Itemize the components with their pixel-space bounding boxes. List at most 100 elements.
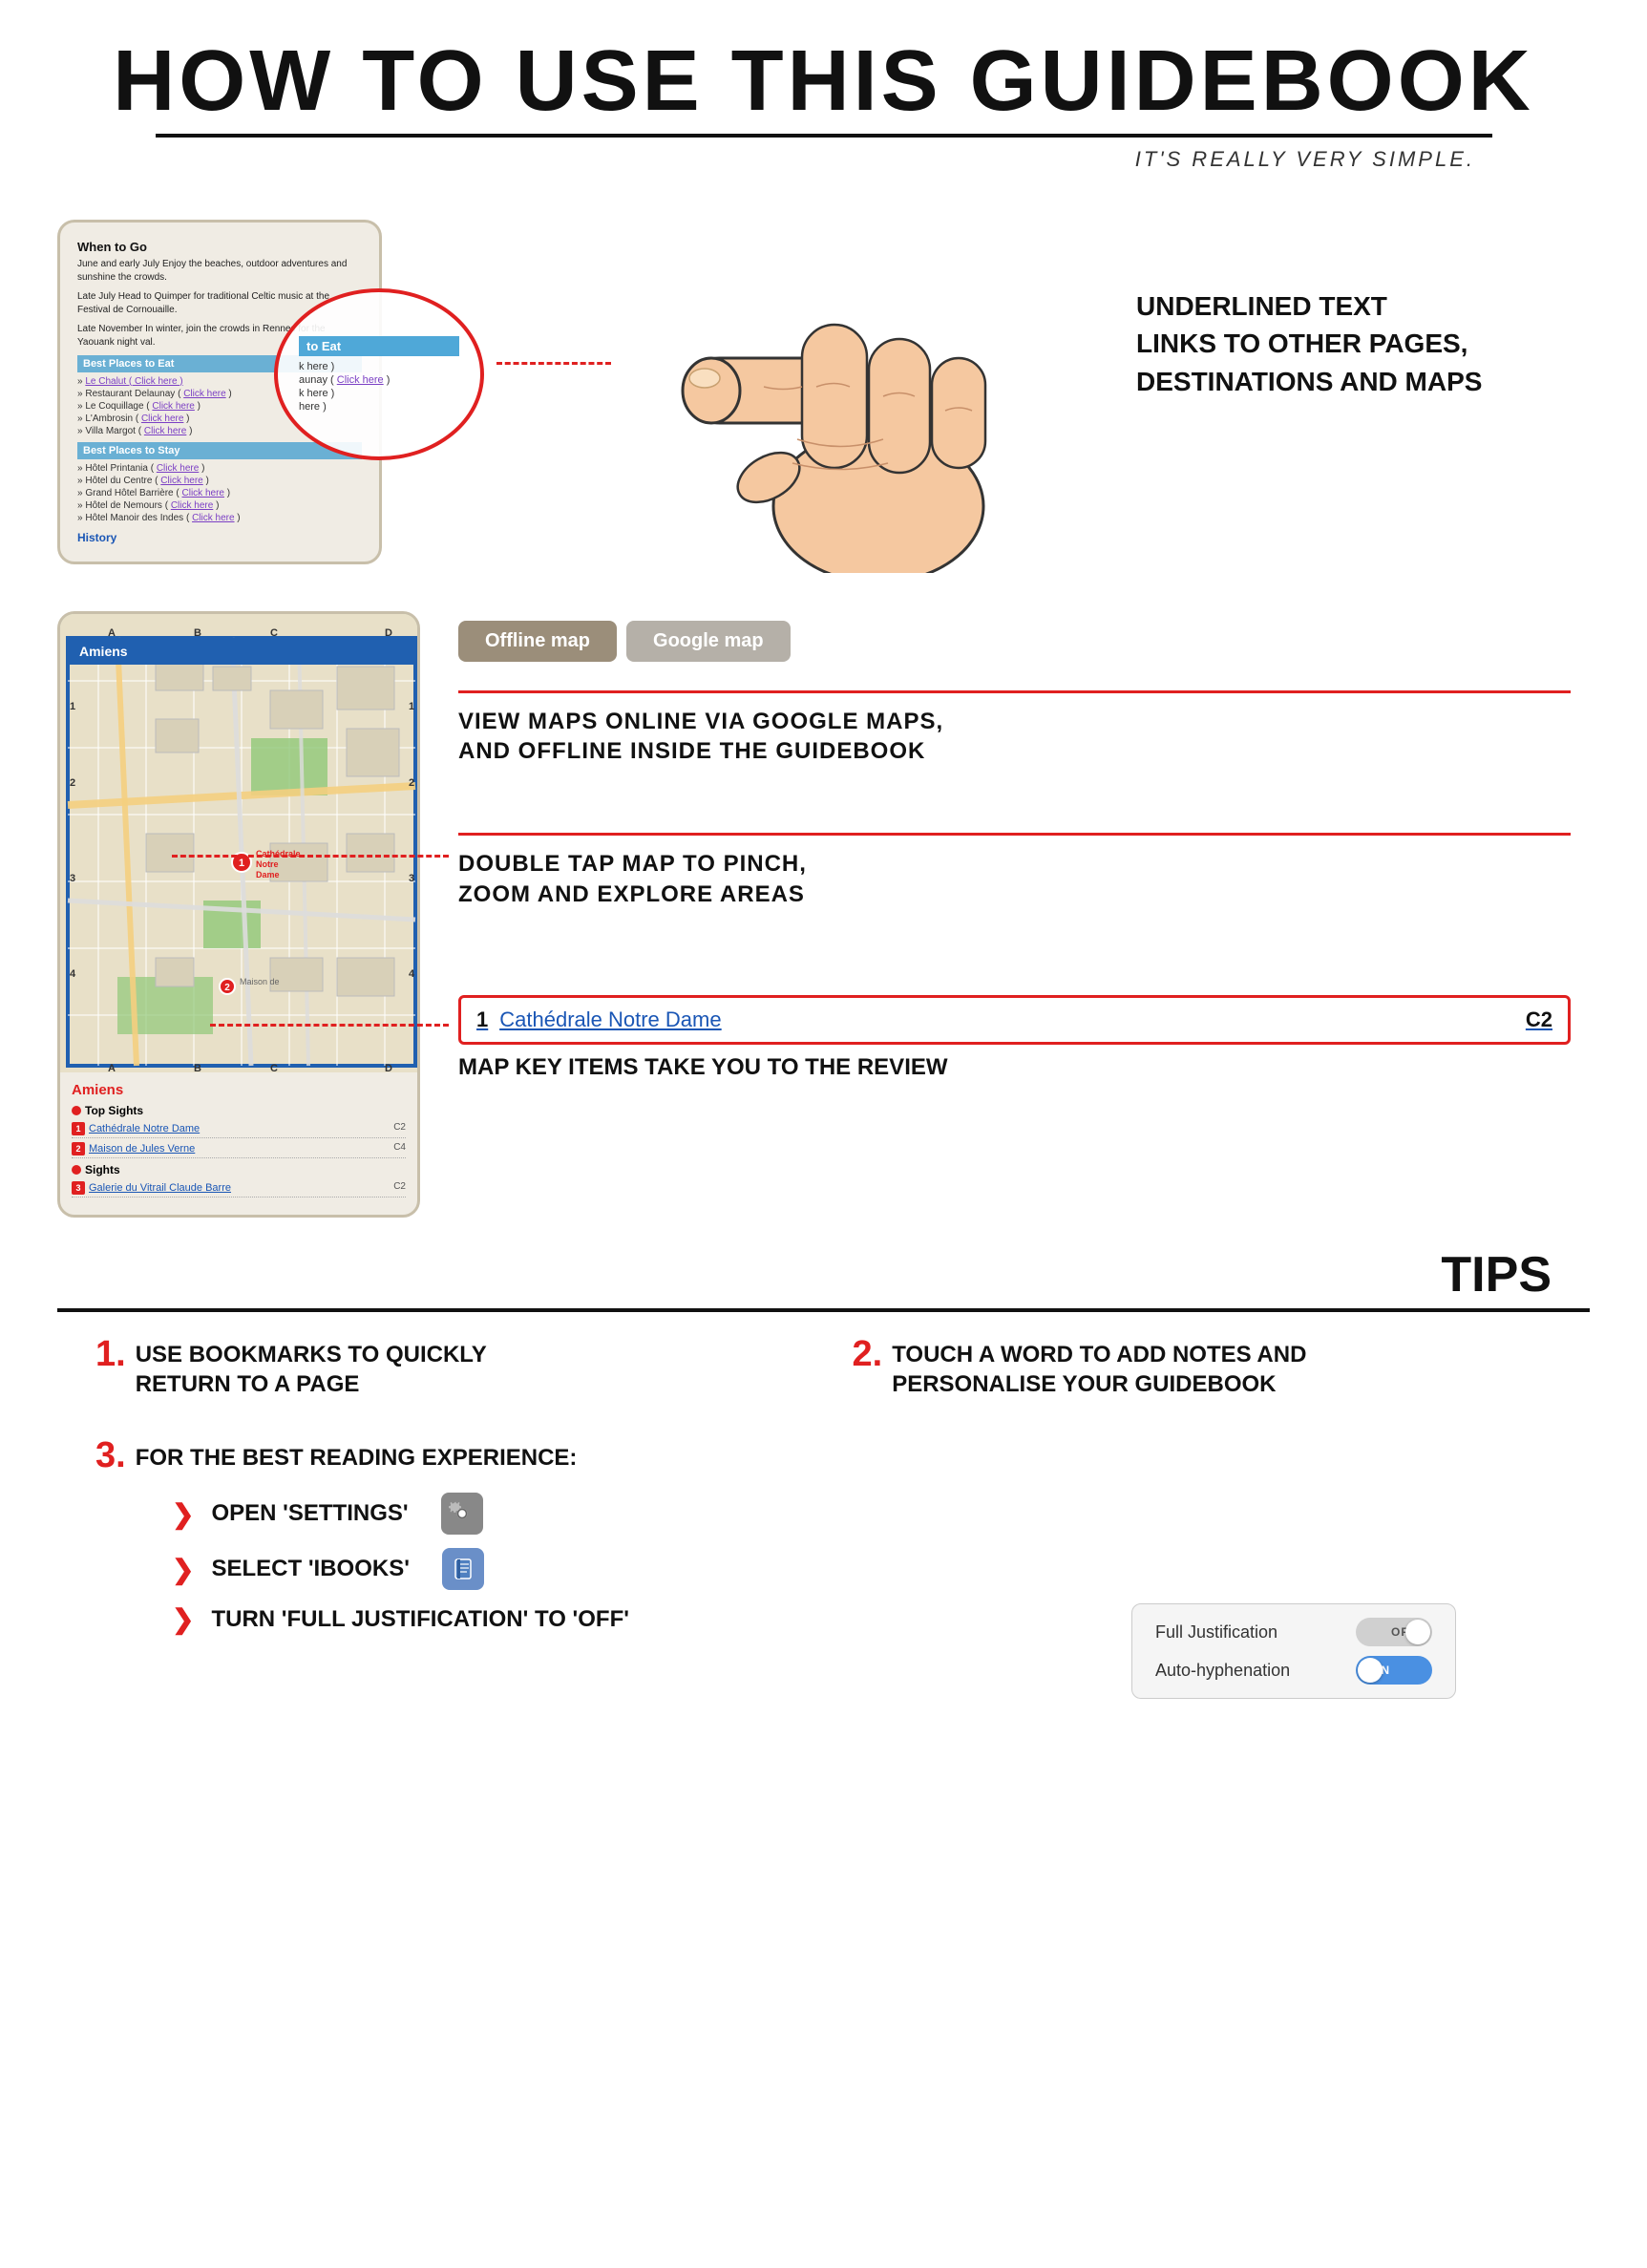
ibooks-icon: [442, 1548, 484, 1590]
click-here-link[interactable]: Click here: [135, 376, 177, 387]
svg-text:D: D: [385, 1063, 392, 1072]
stay-item-4: Hôtel de Nemours ( Click here ): [77, 500, 362, 511]
top-sights-title: Top Sights: [72, 1104, 406, 1117]
double-tap-desc: DOUBLE TAP MAP TO PINCH,ZOOM AND EXPLORE…: [458, 833, 1571, 908]
svg-text:A: A: [108, 1063, 116, 1072]
eat-link-2[interactable]: Click here: [183, 389, 225, 399]
full-justification-toggle[interactable]: OFF: [1356, 1618, 1432, 1646]
tips-grid: 1. USE BOOKMARKS TO QUICKLYRETURN TO A P…: [0, 1317, 1647, 1428]
svg-text:3: 3: [409, 873, 414, 884]
circle-item-2: aunay ( Click here ): [299, 374, 459, 386]
map-key-highlight[interactable]: 1 Cathédrale Notre Dame C2: [458, 995, 1571, 1045]
stay-link-3[interactable]: Click here: [182, 488, 224, 498]
sight-1: 3 Galerie du Vitrail Claude Barre C2: [72, 1179, 406, 1198]
subtitle: IT'S REALLY VERY SIMPLE.: [57, 147, 1590, 172]
dotted-connector-1: [496, 362, 611, 365]
svg-text:2: 2: [224, 983, 230, 993]
tip-2-text: TOUCH A WORD TO ADD NOTES ANDPERSONALISE…: [892, 1336, 1306, 1399]
google-map-button[interactable]: Google map: [626, 621, 791, 662]
top-sight-1-link[interactable]: Cathédrale Notre Dame: [89, 1123, 393, 1134]
highlight-name[interactable]: Cathédrale Notre Dame: [499, 1007, 1526, 1032]
map-key-desc-text: MAP KEY ITEMS TAKE YOU TO THE REVIEW: [458, 1054, 1571, 1081]
tip-3-item-2: ❯ Select 'iBooks': [172, 1548, 1552, 1590]
section-links: When to Go June and early July Enjoy the…: [0, 181, 1647, 592]
page-title: HOW TO USE THIS GUIDEBOOK: [57, 38, 1590, 124]
svg-text:4: 4: [70, 968, 76, 980]
svg-text:4: 4: [409, 968, 415, 980]
chevron-icon-1: ❯: [172, 1498, 194, 1530]
svg-text:C: C: [270, 627, 278, 639]
stay-item-2: Hôtel du Centre ( Click here ): [77, 476, 362, 486]
tips-header: TIPS: [0, 1237, 1647, 1304]
map-key-highlight-container: 1 Cathédrale Notre Dame C2 MAP KEY ITEMS…: [458, 995, 1571, 1081]
circle-bar: to Eat: [299, 336, 459, 356]
dotted-connector-key: [210, 1024, 449, 1027]
circle-item-1: k here ): [299, 361, 459, 372]
tip-3-item-1-text: Open 'Settings': [211, 1500, 408, 1527]
map-svg: 1 Cathédrale Notre Dame 2 Maison de Amie…: [60, 614, 417, 1072]
section-maps: 1 Cathédrale Notre Dame 2 Maison de Amie…: [0, 592, 1647, 1237]
dotted-connector-map: [172, 855, 449, 858]
view-maps-desc: VIEW MAPS ONLINE VIA GOOGLE MAPS,AND OFF…: [458, 690, 1571, 766]
circle-item-4: here ): [299, 401, 459, 413]
toggle-2-knob: [1358, 1658, 1383, 1683]
svg-text:C: C: [270, 1063, 278, 1072]
tips-divider: [57, 1308, 1590, 1312]
tip-3-section: 3. FOR THE BEST READING EXPERIENCE: ❯ Op…: [0, 1428, 1647, 1708]
toggle-area: Full Justification OFF Auto-hyphenation …: [1131, 1603, 1456, 1699]
tip-1-number: 1.: [95, 1336, 126, 1372]
phone-links-container: When to Go June and early July Enjoy the…: [57, 220, 382, 564]
svg-text:Dame: Dame: [256, 870, 280, 880]
stay-item-3: Grand Hôtel Barrière ( Click here ): [77, 488, 362, 498]
stay-link-1[interactable]: Click here: [157, 463, 199, 474]
toggle-row-2: Auto-hyphenation ON: [1155, 1656, 1432, 1685]
highlight-coord: C2: [1526, 1007, 1552, 1032]
svg-text:Notre: Notre: [256, 859, 279, 869]
tip-3-item-2-text: Select 'iBooks': [211, 1556, 409, 1582]
eat-link-4[interactable]: Click here: [141, 413, 183, 424]
stay-link-4[interactable]: Click here: [171, 500, 213, 511]
settings-icon: [441, 1493, 483, 1535]
svg-text:Maison de: Maison de: [240, 977, 280, 986]
svg-text:Amiens: Amiens: [79, 644, 128, 659]
top-sight-2: 2 Maison de Jules Verne C4: [72, 1140, 406, 1158]
book-icon: [450, 1556, 476, 1582]
toggle-1-knob: [1405, 1620, 1430, 1644]
history-link[interactable]: History: [77, 531, 116, 544]
top-sight-2-link[interactable]: Maison de Jules Verne: [89, 1143, 393, 1155]
toggle-1-label: Full Justification: [1155, 1622, 1277, 1643]
tip-3-item-3-text: Turn 'Full Justification' to 'off': [211, 1606, 628, 1633]
map-image-area: 1 Cathédrale Notre Dame 2 Maison de Amie…: [60, 614, 417, 1072]
circle-click-link[interactable]: Click here: [337, 374, 384, 386]
stay-link-2[interactable]: Click here: [160, 476, 202, 486]
tip-3-header: 3. FOR THE BEST READING EXPERIENCE:: [95, 1437, 1552, 1473]
auto-hyphenation-toggle[interactable]: ON: [1356, 1656, 1432, 1685]
offline-map-button[interactable]: Offline map: [458, 621, 617, 662]
double-tap-text: DOUBLE TAP MAP TO PINCH,ZOOM AND EXPLORE…: [458, 849, 1571, 908]
tip-3-item-3: ❯ Turn 'Full Justification' to 'off': [172, 1603, 629, 1635]
stay-item-1: Hôtel Printania ( Click here ): [77, 463, 362, 474]
svg-text:B: B: [194, 627, 201, 639]
stay-link-5[interactable]: Click here: [192, 513, 234, 523]
hand-illustration: [630, 210, 1069, 573]
tip-1: 1. USE BOOKMARKS TO QUICKLYRETURN TO A P…: [95, 1336, 795, 1399]
tip-3-items: ❯ Open 'Settings' ❯ Select 'iBooks': [95, 1493, 1552, 1699]
tip-2-number: 2.: [853, 1336, 883, 1372]
svg-text:2: 2: [409, 777, 414, 789]
map-city-title: Amiens: [72, 1082, 406, 1098]
red-circle-overlay: to Eat k here ) aunay ( Click here ) k h…: [274, 288, 484, 460]
links-description: UNDERLINED TEXTLINKS TO OTHER PAGES,DEST…: [1069, 287, 1571, 496]
svg-text:1: 1: [409, 701, 414, 712]
svg-text:2: 2: [70, 777, 75, 789]
when-to-go-text1: June and early July Enjoy the beaches, o…: [77, 258, 362, 285]
maps-right: Offline map Google map VIEW MAPS ONLINE …: [458, 611, 1571, 1081]
view-maps-text: VIEW MAPS ONLINE VIA GOOGLE MAPS,AND OFF…: [458, 707, 1571, 766]
eat-link-5[interactable]: Click here: [144, 426, 186, 436]
toggle-2-label: Auto-hyphenation: [1155, 1661, 1290, 1681]
page-header: HOW TO USE THIS GUIDEBOOK IT'S REALLY VE…: [0, 0, 1647, 181]
eat-link-3[interactable]: Click here: [152, 401, 194, 412]
map-buttons-row: Offline map Google map: [458, 621, 1571, 662]
stay-item-5: Hôtel Manoir des Indes ( Click here ): [77, 513, 362, 523]
toggle-row-1: Full Justification OFF: [1155, 1618, 1432, 1646]
sight-1-link[interactable]: Galerie du Vitrail Claude Barre: [89, 1182, 393, 1194]
